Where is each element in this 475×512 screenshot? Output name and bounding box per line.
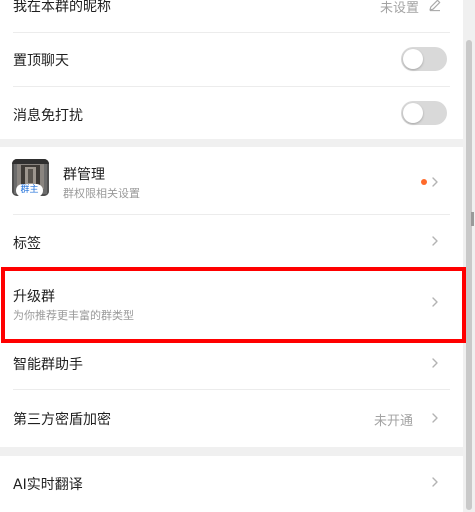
- nickname-row[interactable]: 我在本群的昵称 未设置: [0, 0, 463, 32]
- pin-chat-toggle[interactable]: [401, 47, 447, 71]
- group-manage-row[interactable]: 群主 群管理 群权限相关设置: [0, 147, 463, 214]
- chevron-right-icon: [432, 413, 438, 423]
- tags-row[interactable]: 标签: [0, 215, 463, 267]
- owner-badge: 群主: [16, 184, 43, 196]
- group-manage-sub: 群权限相关设置: [63, 187, 140, 200]
- notification-dot: [421, 179, 427, 185]
- encryption-label: 第三方密盾加密: [13, 412, 111, 428]
- group-manage-label: 群管理: [63, 167, 105, 183]
- scrollbar[interactable]: [466, 40, 472, 510]
- mute-toggle[interactable]: [401, 101, 447, 125]
- nickname-value: 未设置: [380, 1, 420, 16]
- chevron-right-icon: [432, 477, 438, 487]
- ai-translate-label: AI实时翻译: [13, 477, 83, 493]
- encryption-row[interactable]: 第三方密盾加密 未开通: [0, 390, 463, 447]
- encryption-value: 未开通: [374, 414, 414, 429]
- settings-panel-top: 我在本群的昵称 未设置 置顶聊天 消息免打扰: [0, 0, 463, 139]
- smart-assistant-row[interactable]: 智能群助手: [0, 337, 463, 389]
- scrollbar-thumb[interactable]: [471, 212, 474, 226]
- toggle-knob: [403, 49, 423, 69]
- group-avatar: 群主: [12, 159, 49, 196]
- pin-chat-label: 置顶聊天: [13, 53, 69, 69]
- chevron-right-icon: [432, 358, 438, 368]
- toggle-knob: [403, 103, 423, 123]
- edit-pencil-icon[interactable]: [428, 0, 442, 12]
- mute-label: 消息免打扰: [13, 108, 83, 124]
- chevron-right-icon: [432, 236, 438, 246]
- mute-row: 消息免打扰: [0, 87, 463, 139]
- highlight-box: [1, 267, 466, 343]
- settings-panel-bottom: AI实时翻译: [0, 456, 463, 512]
- nickname-label: 我在本群的昵称: [13, 0, 111, 15]
- tags-label: 标签: [13, 236, 41, 252]
- ai-translate-row[interactable]: AI实时翻译: [0, 456, 463, 508]
- smart-assistant-label: 智能群助手: [13, 357, 83, 373]
- chevron-right-icon: [432, 177, 438, 187]
- pin-chat-row: 置顶聊天: [0, 33, 463, 86]
